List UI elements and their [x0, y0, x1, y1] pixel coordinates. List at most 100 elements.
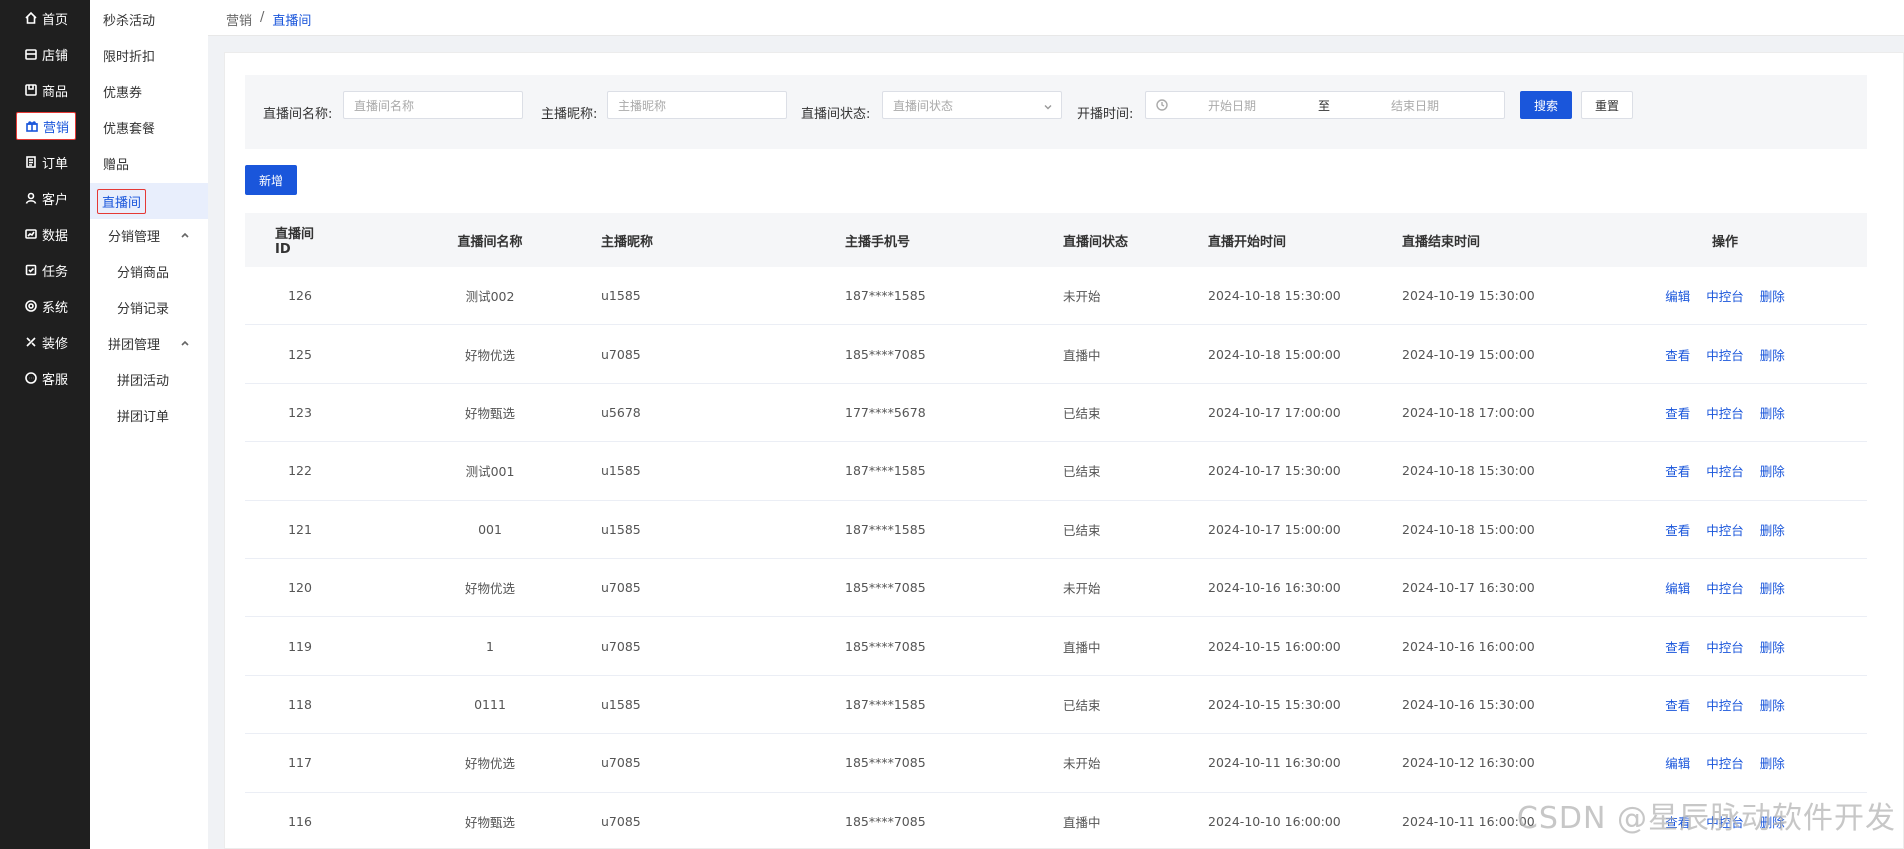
sub-nav-gifts[interactable]: 赠品: [90, 148, 208, 178]
nav-item-orders[interactable]: 订单: [16, 148, 76, 176]
table-row: 122 测试001 u1585 187****1585 已结束 2024-10-17 15…: [245, 442, 1867, 501]
cell-host: u1585: [601, 521, 641, 537]
sub-nav-groupbuy-orders[interactable]: 拼团订单: [90, 400, 208, 430]
cell-end-time: 2024-10-18 15:30:00: [1402, 463, 1535, 479]
nav-item-home[interactable]: 首页: [16, 4, 76, 32]
sub-nav-distribution-records[interactable]: 分销记录: [90, 292, 208, 322]
data-icon: [24, 227, 38, 241]
row-delete-link[interactable]: 删除: [1760, 286, 1785, 305]
row-primary-action-link[interactable]: 查看: [1665, 461, 1690, 480]
row-console-link[interactable]: 中控台: [1706, 520, 1744, 539]
search-button[interactable]: 搜索: [1520, 91, 1572, 119]
row-delete-link[interactable]: 删除: [1760, 345, 1785, 364]
cell-end-time: 2024-10-19 15:00:00: [1402, 346, 1535, 362]
room-name-input[interactable]: 直播间名称: [343, 91, 523, 119]
nav-item-data[interactable]: 数据: [16, 220, 76, 248]
cell-name: 测试002: [465, 289, 515, 305]
nav-item-store[interactable]: 店铺: [16, 40, 76, 68]
cell-host: u7085: [601, 755, 641, 771]
col-header-end: 直播结束时间: [1402, 234, 1481, 250]
nav-item-marketing[interactable]: 营销: [16, 112, 76, 140]
row-primary-action-link[interactable]: 编辑: [1665, 753, 1690, 772]
sub-nav-groupbuy-activity[interactable]: 拼团活动: [90, 364, 208, 394]
cell-id: 120: [288, 580, 312, 596]
row-delete-link[interactable]: 删除: [1760, 753, 1785, 772]
row-primary-action-link[interactable]: 编辑: [1665, 578, 1690, 597]
row-console-link[interactable]: 中控台: [1706, 695, 1744, 714]
nav-item-goods[interactable]: 商品: [16, 76, 76, 104]
sub-nav-flash-sale[interactable]: 秒杀活动: [90, 4, 208, 34]
status-select-placeholder: 直播间状态: [893, 98, 954, 113]
row-console-link[interactable]: 中控台: [1706, 753, 1744, 772]
add-button[interactable]: 新增: [245, 165, 297, 195]
row-primary-action-link[interactable]: 查看: [1665, 520, 1690, 539]
cell-host: u1585: [601, 463, 641, 479]
row-delete-link[interactable]: 删除: [1760, 695, 1785, 714]
chat-icon: [24, 371, 38, 385]
user-icon: [24, 191, 38, 205]
breadcrumb-parent[interactable]: 营销: [226, 10, 252, 29]
sub-nav-coupons[interactable]: 优惠券: [90, 76, 208, 106]
cell-id: 125: [288, 346, 312, 362]
row-delete-link[interactable]: 删除: [1760, 812, 1785, 831]
chevron-up-icon: [180, 337, 190, 347]
row-delete-link[interactable]: 删除: [1760, 403, 1785, 422]
row-console-link[interactable]: 中控台: [1706, 286, 1744, 305]
cell-name: 好物优选: [464, 581, 515, 597]
secondary-sidebar: 秒杀活动 限时折扣 优惠券 优惠套餐 赠品 直播间 分销管理 分销商品 分销记录…: [90, 0, 208, 849]
sub-nav-bundles[interactable]: 优惠套餐: [90, 112, 208, 142]
cell-id: 118: [288, 696, 312, 712]
row-console-link[interactable]: 中控台: [1706, 403, 1744, 422]
status-select[interactable]: 直播间状态: [882, 91, 1062, 119]
breadcrumb: 营销 / 直播间: [226, 10, 311, 29]
reset-button[interactable]: 重置: [1581, 91, 1633, 119]
cell-name: 001: [478, 521, 502, 537]
sub-nav-distribution-goods[interactable]: 分销商品: [90, 256, 208, 286]
cell-actions: 编辑 中控台 删除: [1665, 559, 1785, 616]
cell-phone: 187****1585: [845, 696, 926, 712]
row-primary-action-link[interactable]: 编辑: [1665, 286, 1690, 305]
row-console-link[interactable]: 中控台: [1706, 461, 1744, 480]
row-primary-action-link[interactable]: 查看: [1665, 695, 1690, 714]
decorate-icon: [24, 335, 38, 349]
table-header: 直播间ID 直播间名称 主播昵称 主播手机号 直播间状态 直播开始时间 直播结束…: [245, 213, 1867, 267]
row-delete-link[interactable]: 删除: [1760, 461, 1785, 480]
clock-icon: [1156, 99, 1168, 111]
row-primary-action-link[interactable]: 查看: [1665, 637, 1690, 656]
row-delete-link[interactable]: 删除: [1760, 520, 1785, 539]
gear-icon: [24, 299, 38, 313]
home-icon: [24, 11, 38, 25]
end-date-input[interactable]: 结束日期: [1391, 97, 1439, 114]
row-console-link[interactable]: 中控台: [1706, 637, 1744, 656]
cell-name: 好物甄选: [464, 814, 515, 830]
sub-nav-group-groupbuy[interactable]: 拼团管理: [90, 328, 208, 358]
table-row: 126 测试002 u1585 187****1585 未开始 2024-10-18 15…: [245, 267, 1867, 326]
cell-id: 121: [288, 521, 312, 537]
row-delete-link[interactable]: 删除: [1760, 578, 1785, 597]
filter-bar: 直播间名称: 直播间名称 主播昵称: 主播昵称 直播间状态: 直播间状态 开播时…: [245, 75, 1867, 149]
row-console-link[interactable]: 中控台: [1706, 345, 1744, 364]
nav-item-system[interactable]: 系统: [16, 292, 76, 320]
row-primary-action-link[interactable]: 查看: [1665, 403, 1690, 422]
sub-nav-live-room[interactable]: 直播间: [90, 183, 208, 219]
nav-item-service[interactable]: 客服: [16, 364, 76, 392]
row-console-link[interactable]: 中控台: [1706, 578, 1744, 597]
cell-name: 测试001: [465, 464, 515, 480]
sub-nav-limited-discount[interactable]: 限时折扣: [90, 40, 208, 70]
row-primary-action-link[interactable]: 查看: [1665, 812, 1690, 831]
nav-item-decorate[interactable]: 装修: [16, 328, 76, 356]
row-console-link[interactable]: 中控台: [1706, 812, 1744, 831]
row-primary-action-link[interactable]: 查看: [1665, 345, 1690, 364]
nav-item-tasks[interactable]: 任务: [16, 256, 76, 284]
live-room-table: 直播间ID 直播间名称 主播昵称 主播手机号 直播间状态 直播开始时间 直播结束…: [245, 213, 1867, 849]
table-row: 117 好物优选 u7085 185****7085 未开始 2024-10-11 16:…: [245, 734, 1867, 793]
sub-nav-group-distribution[interactable]: 分销管理: [90, 220, 208, 250]
row-delete-link[interactable]: 删除: [1760, 637, 1785, 656]
host-input[interactable]: 主播昵称: [607, 91, 787, 119]
breadcrumb-separator: /: [260, 10, 265, 25]
date-range-picker[interactable]: 开始日期 至 结束日期: [1145, 91, 1505, 119]
nav-item-customers[interactable]: 客户: [16, 184, 76, 212]
start-date-input[interactable]: 开始日期: [1208, 97, 1256, 114]
cell-phone: 185****7085: [845, 813, 926, 829]
table-row: 119 1 u7085 185****7085 直播中 2024-10-15 16:00:…: [245, 617, 1867, 676]
